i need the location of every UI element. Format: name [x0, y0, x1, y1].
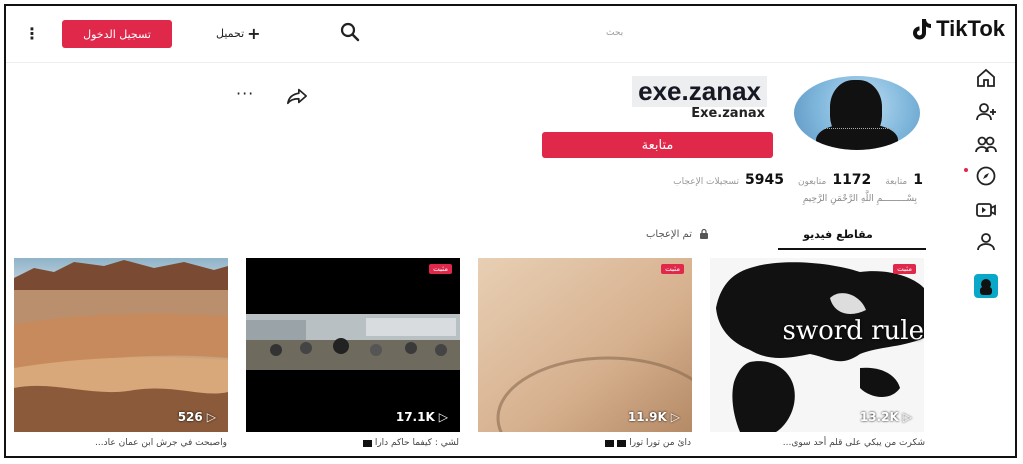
view-count-value: 526: [177, 410, 203, 424]
video-thumbnail: [478, 258, 692, 432]
search-input[interactable]: بحث: [606, 28, 623, 38]
flag-icon: [617, 439, 627, 447]
follow-button[interactable]: متابعة: [542, 132, 773, 158]
view-count-value: 17.1K: [395, 410, 435, 424]
pinned-badge: مثبت: [661, 264, 684, 274]
person-add-icon[interactable]: [974, 100, 998, 124]
video-thumbnail: [246, 258, 460, 432]
upload-button[interactable]: تحميل +: [216, 24, 261, 43]
stat-label: تسجيلات الإعجاب: [673, 177, 739, 187]
stat-label: متابعة: [885, 177, 908, 187]
caption-text: شكرت من يبكي على قلم أحد سوى...: [782, 438, 925, 448]
video-card[interactable]: مثبت 11.9K ▷: [478, 258, 692, 432]
tab-videos[interactable]: مقاطع فيديو: [778, 228, 898, 250]
video-caption[interactable]: شكرت من يبكي على قلم أحد سوى...: [783, 438, 925, 448]
video-caption[interactable]: دائ من تورا تورا: [605, 438, 691, 448]
view-count-value: 13.2K: [859, 410, 899, 424]
play-icon: ▷: [206, 410, 216, 424]
home-icon[interactable]: [974, 66, 998, 90]
profile-username: exe.zanax: [632, 76, 767, 107]
profile-bio: بِسْـــــــــمِ اللَّهِ الرَّحْمَنِ الرَ…: [802, 194, 917, 204]
video-caption[interactable]: لشي : كيفما حاكم دارا: [362, 438, 459, 448]
video-caption[interactable]: واصبحت في جرش ابن عمان عاد...: [95, 438, 227, 448]
stat-likes: 5945 تسجيلات الإعجاب: [673, 172, 784, 188]
pinned-badge: مثبت: [429, 264, 452, 274]
user-avatar-icon[interactable]: [974, 274, 998, 298]
tab-liked[interactable]: تم الإعجاب: [646, 228, 710, 240]
view-count: 11.9K ▷: [628, 410, 680, 424]
caption-text: لشي : كيفما حاكم دارا: [374, 438, 459, 448]
flag-icon: [362, 439, 372, 447]
pinned-badge: مثبت: [893, 264, 916, 274]
video-thumbnail: [14, 258, 228, 432]
profile-stats: 1 متابعة 1172 متابعون 5945 تسجيلات الإعج…: [673, 172, 923, 188]
play-icon: ▷: [902, 410, 912, 424]
stat-value: 5945: [744, 172, 784, 188]
compass-icon[interactable]: [974, 164, 998, 188]
person-icon[interactable]: [974, 230, 998, 254]
share-icon[interactable]: [286, 86, 308, 106]
tab-liked-label: تم الإعجاب: [646, 228, 692, 240]
caption-text: دائ من تورا تورا: [629, 438, 691, 448]
more-options-icon[interactable]: ···: [236, 84, 254, 103]
stat-followers[interactable]: 1172 متابعون: [798, 172, 871, 188]
notification-dot: [964, 168, 968, 172]
profile-avatar[interactable]: [794, 76, 920, 150]
upload-label: تحميل: [216, 27, 245, 40]
play-icon: ▷: [670, 410, 680, 424]
video-card[interactable]: مثبت 17.1K ▷: [246, 258, 460, 432]
tab-active-underline: [778, 248, 926, 250]
browser-viewport: ⋮ تسجيل الدخول تحميل + بحث TikTok exe.za…: [4, 4, 1017, 458]
logo-text: TikTok: [936, 16, 1005, 41]
top-bar: ⋮ تسجيل الدخول تحميل + بحث TikTok: [6, 6, 1015, 63]
live-camera-icon[interactable]: [974, 198, 998, 222]
search-icon[interactable]: [338, 20, 362, 44]
plus-icon: +: [247, 24, 261, 43]
more-menu-icon[interactable]: ⋮: [24, 24, 40, 43]
view-count: 526 ▷: [178, 410, 216, 424]
tiktok-logo[interactable]: TikTok: [910, 16, 1005, 42]
stat-value: 1172: [832, 172, 872, 188]
flag-icon: [605, 439, 615, 447]
view-count: 17.1K ▷: [396, 410, 448, 424]
tiktok-note-icon: [913, 19, 932, 40]
video-overlay-text: sword rule: [782, 316, 924, 346]
lock-icon: [699, 228, 708, 239]
view-count: 13.2K ▷: [860, 410, 912, 424]
friends-icon[interactable]: [974, 132, 998, 156]
stat-value: 1: [913, 172, 923, 188]
caption-text: واصبحت في جرش ابن عمان عاد...: [95, 438, 227, 448]
view-count-value: 11.9K: [627, 410, 667, 424]
stat-following[interactable]: 1 متابعة: [885, 172, 923, 188]
login-button[interactable]: تسجيل الدخول: [62, 20, 172, 48]
video-card[interactable]: 526 ▷: [14, 258, 228, 432]
stat-label: متابعون: [797, 177, 827, 187]
play-icon: ▷: [438, 410, 448, 424]
video-card[interactable]: sword rule مثبت 13.2K ▷: [710, 258, 924, 432]
profile-nickname: Exe.zanax: [691, 106, 765, 121]
